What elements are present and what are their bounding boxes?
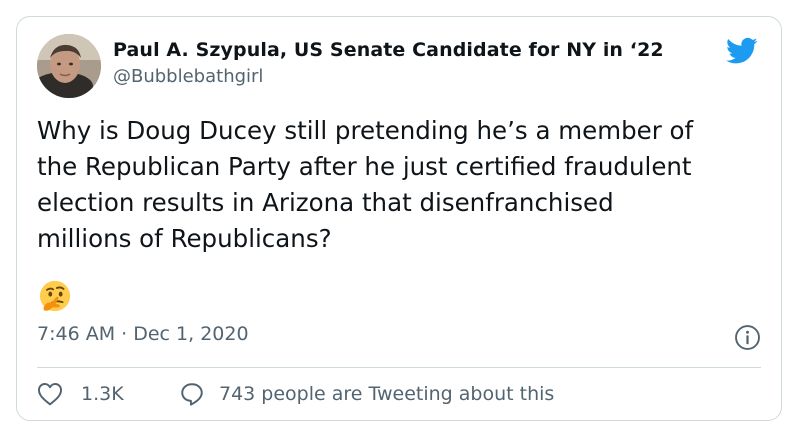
info-icon[interactable] — [734, 324, 761, 351]
avatar-photo — [37, 34, 101, 98]
reply-text: 743 people are Tweeting about this — [219, 383, 555, 405]
avatar[interactable] — [37, 34, 101, 98]
tweet-timestamp[interactable]: 7:46 AM · Dec 1, 2020 — [37, 323, 249, 345]
heart-icon — [37, 383, 63, 406]
author-name[interactable]: Paul A. Szypula, US Senate Candidate for… — [113, 39, 664, 61]
like-count: 1.3K — [81, 383, 124, 405]
author-handle[interactable]: @Bubblebathgirl — [113, 66, 263, 87]
speech-bubble-icon — [181, 383, 203, 406]
divider — [37, 367, 761, 368]
thinking-face-icon — [39, 280, 71, 312]
tweet-card[interactable]: Paul A. Szypula, US Senate Candidate for… — [16, 16, 782, 421]
twitter-bird-icon[interactable] — [726, 37, 758, 65]
like-button[interactable]: 1.3K — [37, 379, 124, 409]
tweet-text: Why is Doug Ducey still pretending he’s … — [37, 116, 694, 253]
reply-button[interactable]: 743 people are Tweeting about this — [179, 379, 554, 409]
